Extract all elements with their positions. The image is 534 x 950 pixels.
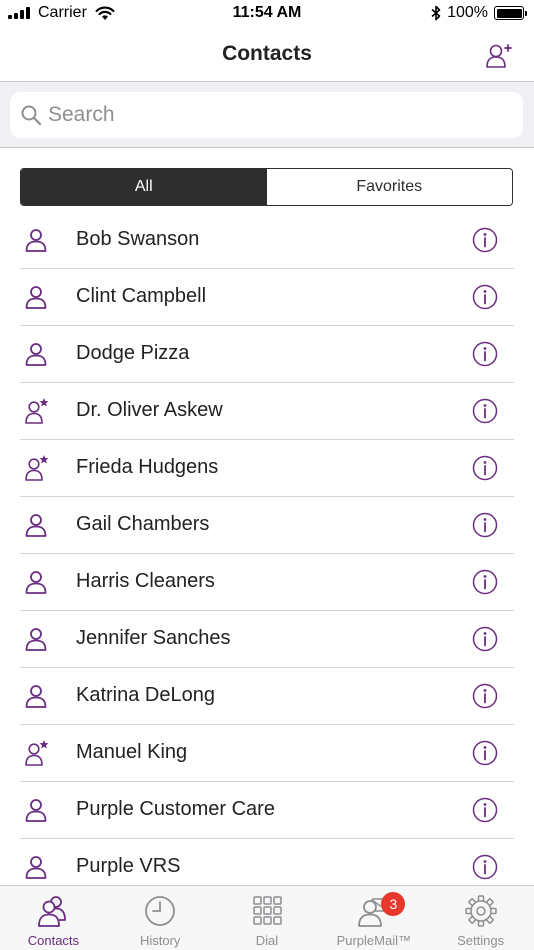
segment-all[interactable]: All [21, 169, 267, 205]
keypad-icon [253, 896, 282, 925]
contact-name: Dodge Pizza [76, 342, 190, 364]
info-icon[interactable] [472, 569, 498, 595]
contact-row[interactable]: Dodge Pizza [0, 326, 534, 383]
info-icon[interactable] [472, 227, 498, 253]
info-icon[interactable] [472, 341, 498, 367]
contact-row[interactable]: Purple Customer Care [0, 782, 534, 839]
add-contact-icon[interactable] [484, 40, 514, 70]
segment-favorites-label: Favorites [356, 178, 423, 195]
contact-name: Gail Chambers [76, 513, 210, 535]
search-box[interactable] [10, 92, 523, 138]
favorite-person-icon [25, 455, 49, 481]
search-icon [21, 105, 42, 126]
tab-purplemail[interactable]: 3 PurpleMail™ [320, 886, 427, 950]
info-icon[interactable] [472, 455, 498, 481]
person-icon [25, 856, 47, 879]
clock-icon [145, 896, 176, 926]
tab-history[interactable]: History [107, 886, 214, 950]
info-icon[interactable] [472, 398, 498, 424]
contact-name: Katrina DeLong [76, 684, 215, 706]
filter-segmented-control: All Favorites [20, 168, 513, 206]
status-bar: Carrier 11:54 AM 100% [0, 0, 534, 28]
unread-badge: 3 [381, 892, 406, 916]
contact-row[interactable]: Katrina DeLong [0, 668, 534, 725]
contacts-icon [38, 896, 67, 927]
page-title: Contacts [222, 42, 312, 65]
gear-icon [464, 895, 497, 927]
person-icon [25, 343, 47, 366]
person-icon [25, 799, 47, 822]
contact-name: Manuel King [76, 741, 188, 763]
contact-row[interactable]: Frieda Hudgens [0, 440, 534, 497]
contact-name: Purple Customer Care [76, 798, 275, 820]
tab-history-label: History [139, 933, 181, 948]
contact-name: Frieda Hudgens [76, 456, 219, 478]
contact-name: Dr. Oliver Askew [76, 399, 223, 421]
tab-contacts[interactable]: Contacts [0, 886, 107, 950]
status-right: 100% [431, 4, 527, 22]
info-icon[interactable] [472, 797, 498, 823]
tab-bar: Contacts History Dial 3 PurpleMail™ Sett… [0, 885, 534, 950]
person-icon [25, 685, 47, 708]
tab-dial-label: Dial [255, 933, 279, 948]
contact-list: Bob Swanson Clint Campbell Dodge Pizza Dr. … [0, 212, 534, 884]
tab-settings-label: Settings [457, 933, 505, 948]
favorite-person-icon [25, 740, 49, 766]
tab-purplemail-label: PurpleMail™ [336, 933, 411, 948]
info-icon[interactable] [472, 284, 498, 310]
person-icon [25, 628, 47, 651]
info-icon[interactable] [472, 683, 498, 709]
favorite-person-icon [25, 398, 49, 424]
person-icon [25, 229, 47, 252]
contact-name: Jennifer Sanches [76, 627, 231, 649]
search-input[interactable] [48, 92, 508, 138]
contact-name: Purple VRS [76, 855, 181, 877]
contact-name: Harris Cleaners [76, 570, 215, 592]
tab-settings[interactable]: Settings [427, 886, 534, 950]
info-icon[interactable] [472, 740, 498, 766]
search-bar [0, 82, 534, 148]
segment-all-label: All [134, 178, 153, 195]
person-icon [25, 286, 47, 309]
tab-contacts-label: Contacts [27, 933, 80, 948]
contact-row[interactable]: Jennifer Sanches [0, 611, 534, 668]
person-icon [25, 514, 47, 537]
contact-row[interactable]: Gail Chambers [0, 497, 534, 554]
bluetooth-icon [431, 5, 441, 21]
contact-row[interactable]: Clint Campbell [0, 269, 534, 326]
tab-dial[interactable]: Dial [214, 886, 321, 950]
contact-name: Bob Swanson [76, 228, 200, 250]
contact-name: Clint Campbell [76, 285, 207, 307]
contact-row[interactable]: Manuel King [0, 725, 534, 782]
navigation-bar: Contacts [0, 28, 534, 82]
segment-favorites[interactable]: Favorites [266, 169, 512, 205]
contact-row[interactable]: Harris Cleaners [0, 554, 534, 611]
contact-row[interactable]: Dr. Oliver Askew [0, 383, 534, 440]
battery-icon [494, 6, 527, 20]
battery-level [496, 8, 522, 18]
contact-row[interactable]: Purple VRS [0, 839, 534, 884]
info-icon[interactable] [472, 512, 498, 538]
info-icon[interactable] [472, 626, 498, 652]
contact-row[interactable]: Bob Swanson [0, 212, 534, 269]
person-icon [25, 571, 47, 594]
battery-percent: 100% [447, 4, 488, 21]
info-icon[interactable] [472, 854, 498, 880]
